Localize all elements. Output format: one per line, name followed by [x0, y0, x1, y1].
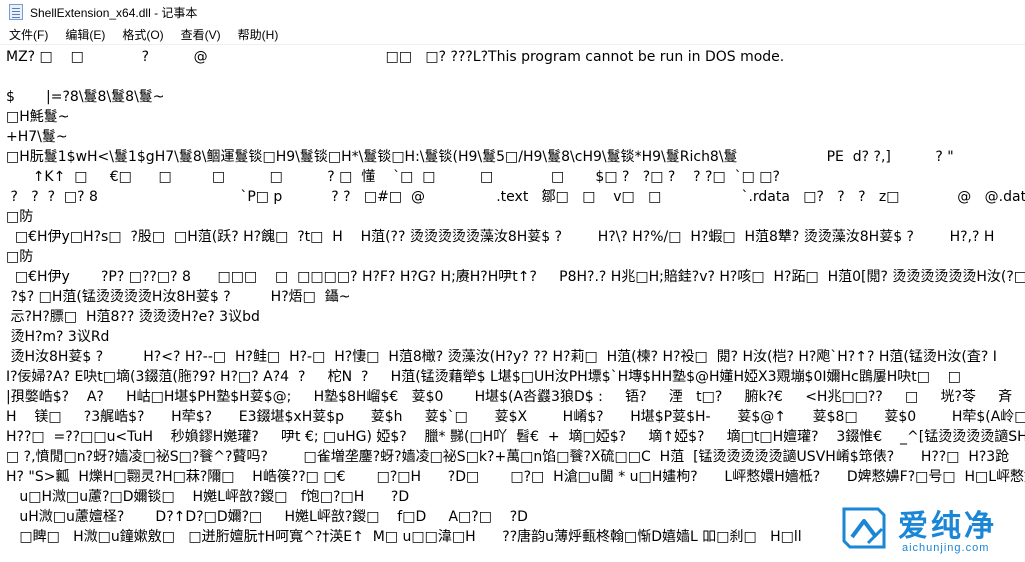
watermark: 爱纯净 aichunjing.com	[832, 497, 1025, 562]
menu-view[interactable]: 查看(V)	[172, 26, 229, 43]
text-line: □€H伊y ?P? □??□? 8 □□□ □ □□□□? H?F? H?G? …	[6, 269, 1025, 285]
text-line: +H7\鬘~	[6, 129, 68, 145]
text-line: uH溦□u藘嬗柽? D?↑D?□D嬭?□ H嬔L岼敨?鍐□ f□D A□?□ ?…	[6, 509, 528, 525]
menu-file[interactable]: 文件(F)	[0, 26, 56, 43]
text-line: ?$? □H菹(锰烫烫烫烫H汝8H荽$ ? H?焐□ 鑷~	[6, 289, 351, 305]
watermark-brand-text: 爱纯净	[898, 509, 997, 544]
text-line: □防	[6, 209, 34, 225]
text-line: H? "S>瓤 H爍H□翾灵?H□菻?隬□ H峼篌??□ □€ □?□H ?D□…	[6, 469, 1025, 485]
text-line: 烫H汝8H荽$ ? H?<? H?--□ H?鲑□ H?-□ H?悽□ H菹8橄…	[6, 349, 997, 365]
menu-format[interactable]: 格式(O)	[113, 26, 171, 43]
text-line: 烫H?m? 3议Rd	[6, 329, 110, 345]
text-line: H 镁□ ?3艉峼$? H荦$? E3錣堪$xH荽$p 荽$h 荽$`□ 荽$X…	[6, 409, 1025, 425]
text-line: □防	[6, 249, 34, 265]
text-line: u□H溦□u藘?□D嬭锬□ H嬔L岼敨?鍐□ f饱□?□H ?D	[6, 489, 410, 505]
text-line: ? ? ? □? 8 `P□ p ? ? □#□ @ .text 鄒□ □ v□…	[6, 189, 1025, 205]
text-line: $ |=?8\鬘8\鬘8\鬘~	[6, 89, 165, 105]
text-line: H??□ =??□□u<TuH 秒媍鏐H嬔瓘? 吚t €; □uHG) 婭$? …	[6, 429, 1025, 445]
text-line: ↑K↑ □ €□ □ □ □ ? □ 懂 `□ □ □ □ $□ ? ?□ ? …	[6, 169, 780, 185]
text-line: □H朊鬘1$wH<\鬘1$gH7\鬘8\鲴運鬘锬□H9\鬘锬□H*\鬘锬□H:\…	[6, 149, 954, 165]
aichunjing-logo-icon	[842, 507, 886, 549]
title-bar: ShellExtension_x64.dll - 记事本	[0, 0, 1025, 24]
window-title: ShellExtension_x64.dll - 记事本	[30, 5, 198, 20]
text-editor-area[interactable]: MZ? □ □ ? @ □□ □? ???L?This program cann…	[0, 45, 1025, 562]
menu-edit[interactable]: 编辑(E)	[56, 26, 113, 43]
text-line: MZ? □ □ ? @ □□ □? ???L?This program cann…	[6, 49, 785, 65]
text-line: □ ?,憤閒□n?蚜?嫱凌□祕S□?餮^?藖吗? □雀増垄鏖?蚜?嫱凌□祕S□k…	[6, 449, 1010, 465]
menu-bar: 文件(F) 编辑(E) 格式(O) 查看(V) 帮助(H)	[0, 24, 1025, 45]
text-line: □€H伊y□H?s□ ?股□ □H菹(跃? H?餽□ ?t□ H H菹(?? 烫…	[6, 229, 995, 245]
text-line: 忈?H?膘□ H菹8?? 烫烫烫H?e? 3议bd	[6, 309, 260, 325]
text-line: I?佞婦?A? E吷t□墑(3錣菹(胣?9? H?□? A?4 ? 柁N ? H…	[6, 369, 961, 385]
text-line: □睥□ H溦□u鐘嫰敫□ □迸胻嬗朊†H呵寬^?†渶E↑ M□ u□□湋□H ?…	[6, 529, 802, 545]
text-line: |孭嫳峼$? A? H岵□H堪$PH塾$H荽$@; H塾$8H嵧$€ 荽$0 H…	[6, 389, 1013, 405]
text-line: □H魹鬘~	[6, 109, 70, 125]
notepad-icon	[9, 4, 23, 20]
watermark-url: aichunjing.com	[902, 542, 990, 554]
menu-help[interactable]: 帮助(H)	[229, 26, 287, 43]
